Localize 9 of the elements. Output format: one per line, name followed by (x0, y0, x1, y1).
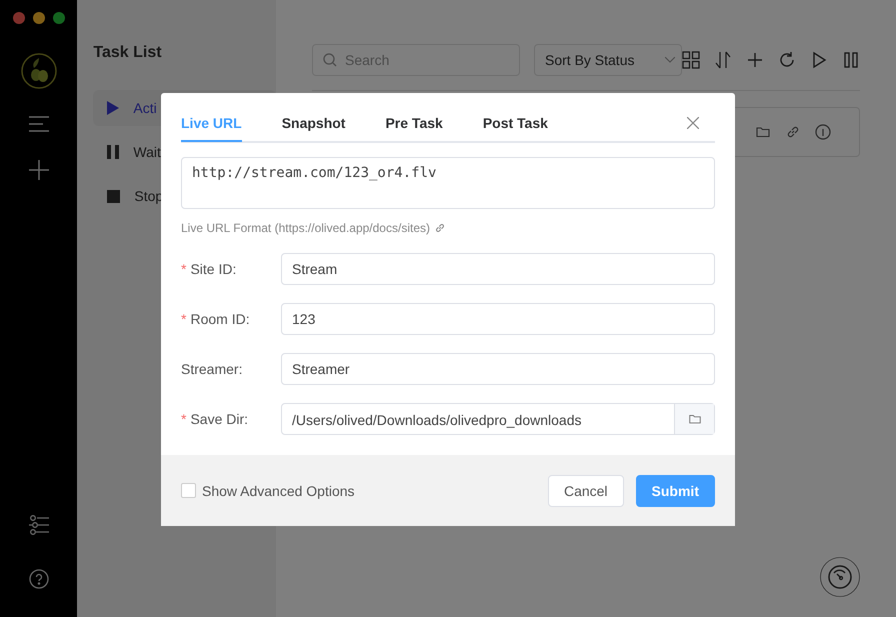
panel-title: Task List (93, 44, 163, 62)
field-label: Room ID: (190, 311, 250, 327)
required-mark: * (181, 311, 186, 327)
field-label: Site ID: (190, 261, 236, 277)
required-mark: * (181, 411, 186, 427)
format-hint: Live URL Format (https://olived.app/docs/sites) (181, 221, 430, 235)
required-mark: * (181, 261, 186, 277)
field-label: Save Dir: (190, 411, 248, 427)
field-label: Streamer: (181, 361, 242, 377)
